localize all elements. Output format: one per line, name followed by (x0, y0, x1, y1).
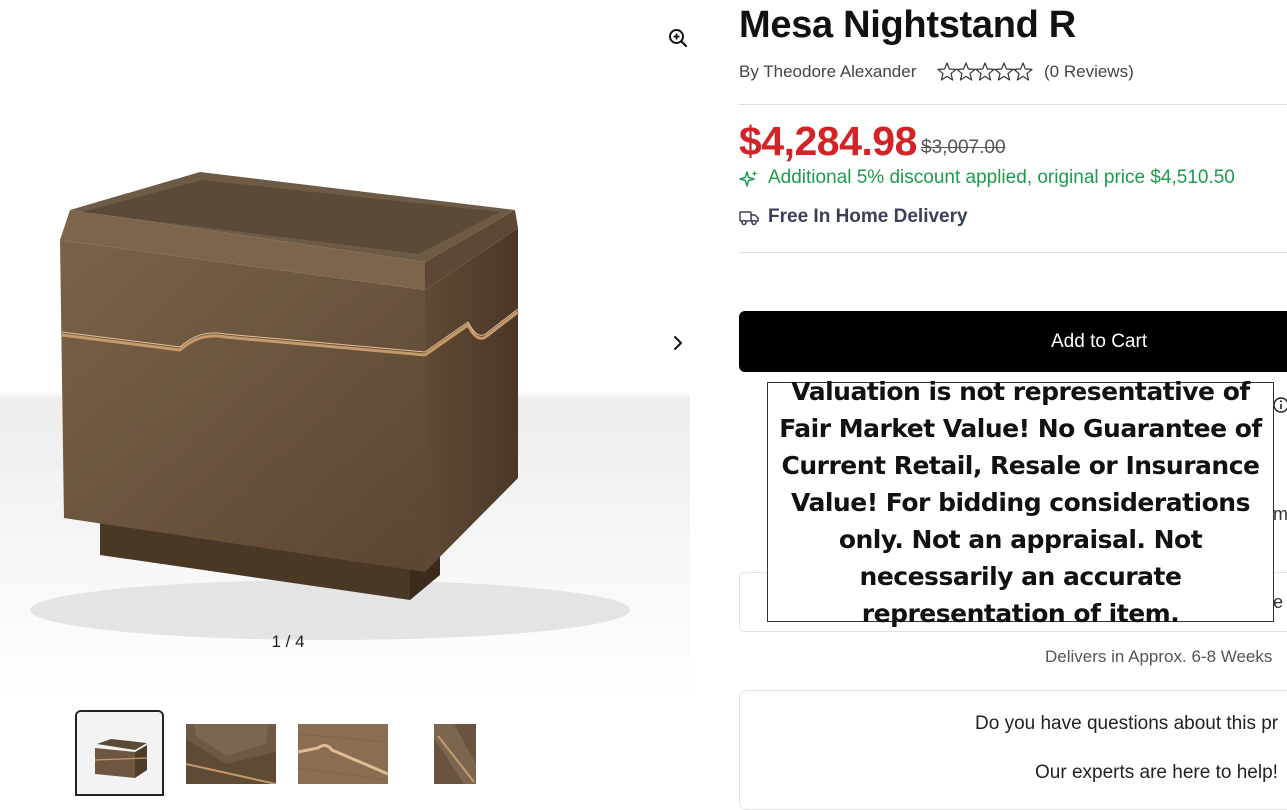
brand-byline[interactable]: By Theodore Alexander (739, 62, 916, 82)
truck-icon (739, 211, 759, 226)
image-counter: 1 / 4 (271, 632, 305, 651)
valuation-disclaimer-overlay: Valuation is not representative of Fair … (767, 377, 1274, 628)
zoom-in-button[interactable] (667, 27, 689, 49)
divider (739, 104, 1287, 105)
product-image-gallery[interactable] (0, 0, 690, 700)
help-answer: Our experts are here to help! (1035, 762, 1278, 783)
thumbnail-image (298, 724, 388, 784)
reviews-link[interactable]: (0 Reviews) (1044, 62, 1134, 82)
product-image (30, 172, 630, 640)
obscured-text: m (1273, 504, 1287, 524)
delivery-info: Free In Home Delivery (768, 206, 968, 227)
chevron-right-icon (674, 336, 682, 350)
obscured-text: e (1273, 592, 1284, 612)
thumbnail-2[interactable] (186, 724, 276, 784)
sale-price: $4,284.98 (739, 118, 917, 164)
rating-stars[interactable] (937, 61, 1037, 88)
sparkle-icon (739, 170, 758, 187)
next-image-button[interactable] (667, 331, 689, 355)
discount-note: Additional 5% discount applied, original… (768, 167, 1235, 188)
original-price: $3,007.00 (921, 137, 1006, 158)
delivery-eta: Delivers in Approx. 6-8 Weeks (1045, 647, 1273, 666)
divider (739, 252, 1287, 253)
add-to-cart-button[interactable]: Add to Cart (739, 311, 1287, 372)
truck-icon-wrap (739, 209, 759, 232)
info-icon[interactable] (1272, 396, 1287, 419)
thumbnail-image (434, 724, 476, 784)
help-panel (739, 690, 1287, 810)
help-question: Do you have questions about this pr (975, 713, 1279, 734)
thumbnail-image (186, 724, 276, 784)
star-outline-icon (937, 62, 1033, 81)
thumbnail-3[interactable] (298, 724, 388, 784)
disclaimer-text: Valuation is not representative of Fair … (779, 376, 1262, 628)
zoom-in-icon (669, 29, 688, 48)
sparkle-icon-wrap (739, 169, 759, 194)
product-title: Mesa Nightstand R (739, 4, 1076, 46)
thumbnail-1[interactable] (75, 710, 164, 796)
thumbnail-4[interactable] (434, 724, 476, 784)
thumbnail-image (77, 712, 162, 794)
